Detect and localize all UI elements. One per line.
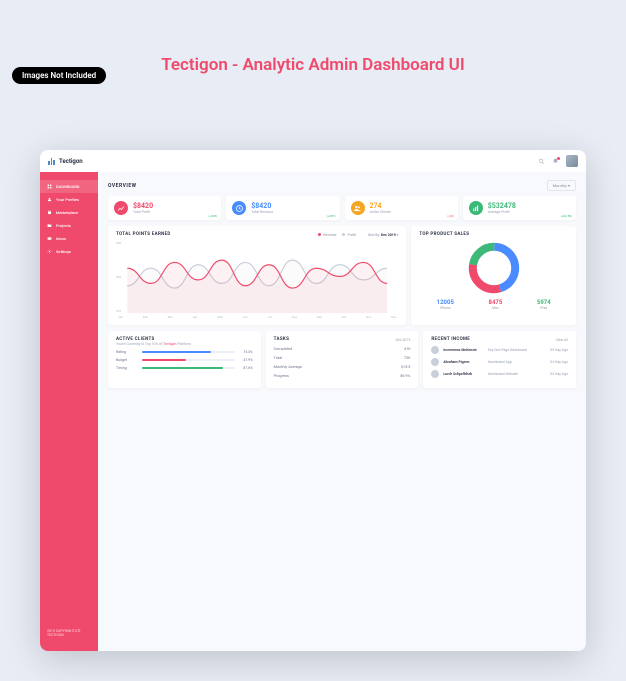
stat-label: Total Profit — [133, 210, 153, 214]
task-row: Progress56.9% — [274, 373, 411, 378]
notification-icon[interactable] — [552, 158, 559, 165]
donut-chart — [466, 240, 522, 296]
images-not-included-badge: Images Not Included — [12, 67, 106, 84]
income-row: Invereness McKenzieEsy One Page Dashboar… — [431, 346, 568, 354]
sidebar-item-inbox[interactable]: Inbox — [40, 232, 98, 245]
line-chart: $50$30$10 — [116, 241, 398, 313]
client-bar-row: Timing87.6% — [116, 366, 253, 370]
product-stat: 12005iPhone — [437, 299, 454, 310]
brand-name: Tectigon — [59, 158, 83, 165]
user-icon — [47, 197, 52, 202]
sidebar-item-label: Inbox — [56, 236, 66, 241]
topbar-right — [538, 155, 578, 167]
product-stat: 8475Mac — [489, 299, 503, 310]
stat-delta: (-29) — [447, 214, 453, 218]
stat-card: $8420Total Profit (+$25) — [108, 196, 221, 220]
sidebar-item-label: Your Profiles — [56, 197, 79, 202]
stat-icon — [471, 204, 480, 213]
topbar: Tectigon — [40, 150, 586, 172]
tasks-date: Dec.2019 — [396, 338, 411, 342]
shop-icon — [47, 210, 52, 215]
chart-legend: Revenue Profit Sort By: Dec 2019 ▾ — [318, 233, 398, 237]
avatar[interactable] — [566, 155, 578, 167]
tasks-title: TASKS — [274, 337, 289, 342]
dashboard-icon — [47, 184, 52, 189]
sidebar-item-projects[interactable]: Projects — [40, 219, 98, 232]
avatar-icon — [431, 346, 439, 354]
chart-title: TOTAL POINTS EARNED — [116, 232, 171, 237]
app-window: Tectigon DASHBOARD Your Profiles Marketp… — [40, 150, 586, 651]
x-tick: Nov — [366, 315, 371, 319]
recent-income-card: RECENT INCOME View All Invereness McKenzi… — [423, 331, 576, 388]
sidebar-item-marketplace[interactable]: Marketplace — [40, 206, 98, 219]
view-all-link[interactable]: View All — [556, 338, 568, 342]
stat-label: Average Profit — [488, 210, 516, 214]
task-row: Total720 — [274, 355, 411, 360]
top-product-card: TOP PRODUCT SALES 12005iPhone 8475Mac 5974… — [411, 226, 576, 325]
avatar-icon — [431, 370, 439, 378]
stat-label: Total Revenue — [251, 210, 273, 214]
sidebar: DASHBOARD Your Profiles Marketplace Proj… — [40, 172, 98, 651]
sidebar-item-label: DASHBOARD — [56, 184, 80, 189]
sidebar-item-label: Settings — [56, 249, 71, 254]
brand[interactable]: Tectigon — [48, 157, 83, 165]
mail-icon — [47, 236, 52, 241]
gear-icon — [47, 249, 52, 254]
stat-card: $532478Average Profit (+$3.50) — [463, 196, 576, 220]
income-title: RECENT INCOME — [431, 337, 470, 342]
overview-title: OVERVIEW — [108, 183, 137, 189]
stat-delta: (+387) — [327, 214, 336, 218]
active-clients-subtitle: You're Currently in Top 10% of Tectigon … — [116, 342, 253, 346]
x-tick: Jan — [118, 315, 123, 319]
sidebar-item-label: Marketplace — [56, 210, 78, 215]
x-tick: Mar — [168, 315, 173, 319]
stat-icon — [235, 204, 244, 213]
x-tick: Oct — [342, 315, 347, 319]
product-stat: 5974iPad — [537, 299, 551, 310]
main-content: OVERVIEW Monthly ▾ $8420Total Profit(+$2… — [98, 172, 586, 651]
sidebar-item-dashboard[interactable]: DASHBOARD — [40, 180, 98, 193]
x-tick: Feb — [143, 315, 148, 319]
sidebar-item-profiles[interactable]: Your Profiles — [40, 193, 98, 206]
x-tick: Apr — [193, 315, 198, 319]
x-tick: Aug — [292, 315, 297, 319]
income-row: Abraham PigeonDashboard App04 Day Ago — [431, 358, 568, 366]
stat-icon — [117, 204, 126, 213]
stat-value: $532478 — [488, 202, 516, 210]
task-row: Completed410 — [274, 346, 411, 351]
tasks-card: TASKS Dec.2019 Completed410 Total720 Monthl… — [266, 331, 419, 388]
task-row: Monthly Average315.5 — [274, 364, 411, 369]
search-icon[interactable] — [538, 158, 545, 165]
x-tick: Dec — [391, 315, 396, 319]
sidebar-item-settings[interactable]: Settings — [40, 245, 98, 258]
donut-title: TOP PRODUCT SALES — [419, 232, 568, 237]
x-tick: Jun — [243, 315, 248, 319]
stat-delta: (+$25) — [208, 214, 217, 218]
x-tick: Jul — [268, 315, 272, 319]
active-clients-card: ACTIVE CLIENTS You're Currently in Top 1… — [108, 331, 261, 388]
avatar-icon — [431, 358, 439, 366]
stat-value: $8420 — [251, 202, 273, 210]
folder-icon — [47, 223, 52, 228]
brand-logo-icon — [48, 157, 56, 165]
stat-delta: (+$3.50) — [561, 214, 572, 218]
stats-row: $8420Total Profit(+$25)$8420Total Revenu… — [108, 196, 576, 220]
points-chart-card: TOTAL POINTS EARNED Revenue Profit Sort … — [108, 226, 406, 325]
stat-card: 274Active Clients (-29) — [345, 196, 458, 220]
client-bar-row: Budget47.9% — [116, 358, 253, 362]
app-body: DASHBOARD Your Profiles Marketplace Proj… — [40, 172, 586, 651]
client-bar-row: Rating74.3% — [116, 350, 253, 354]
month-selector[interactable]: Monthly ▾ — [547, 180, 576, 191]
sidebar-item-label: Projects — [56, 223, 71, 228]
sidebar-copyright: 2019 COPYRIGHTS © TECTIGON — [40, 623, 98, 643]
stat-value: 274 — [370, 202, 391, 210]
income-row: Lurch SchpellchekDashboard Website03 Day… — [431, 370, 568, 378]
x-tick: Sep — [317, 315, 322, 319]
stat-value: $8420 — [133, 202, 153, 210]
stat-icon — [353, 204, 362, 213]
x-tick: May — [217, 315, 223, 319]
stat-label: Active Clients — [370, 210, 391, 214]
stat-card: $8420Total Revenue (+387) — [226, 196, 339, 220]
